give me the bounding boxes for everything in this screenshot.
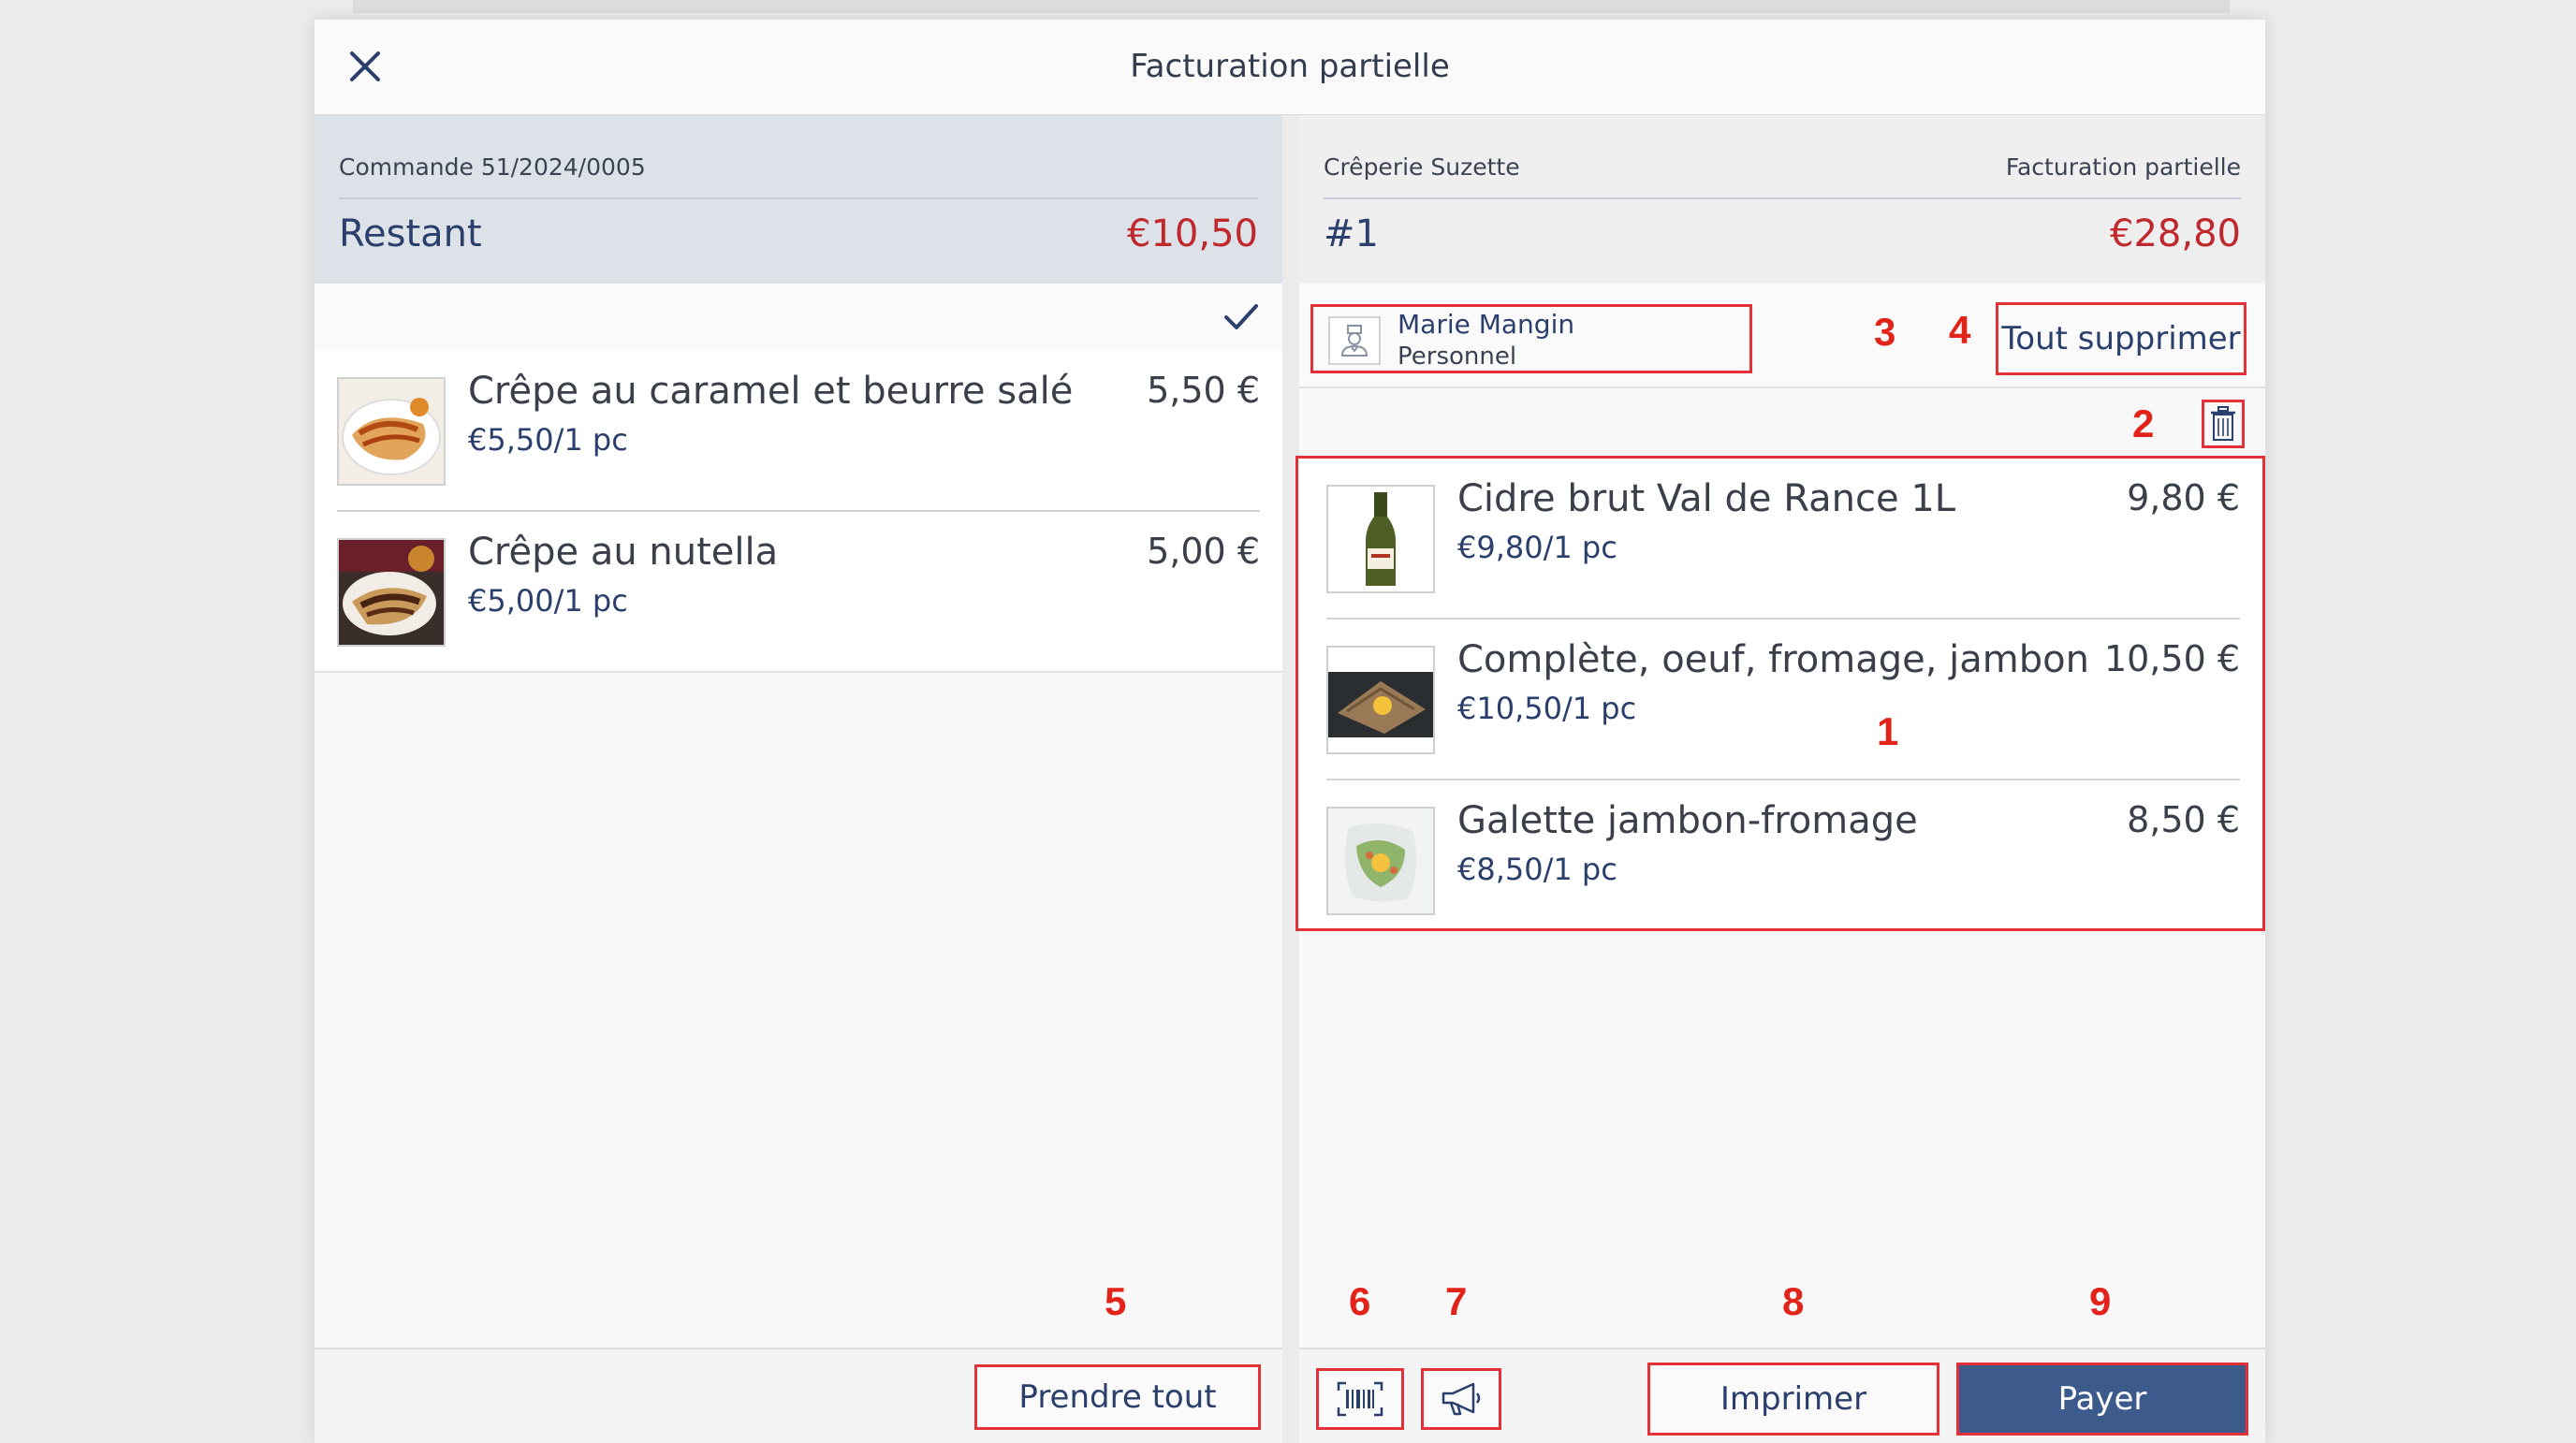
pay-button[interactable]: Payer [1956,1363,2248,1436]
annotation-label-7: 7 [1445,1279,1468,1323]
checkmark-icon [1224,304,1258,329]
list-item[interactable]: Cidre brut Val de Rance 1L €9,80/1 pc 9,… [1326,459,2240,619]
delete-all-button[interactable]: Tout supprimer [1996,302,2247,375]
list-item[interactable]: Crêpe au caramel et beurre salé €5,50/1 … [337,351,1260,512]
item-price: 5,50 € [1147,370,1260,411]
staff-selector[interactable]: Marie Mangin Personnel [1310,304,1752,373]
staff-role: Personnel [1398,343,1517,371]
item-price: 9,80 € [2127,477,2240,518]
dialog-title: Facturation partielle [1130,48,1450,85]
crepe-nutella-photo [337,538,446,647]
waiter-avatar-icon [1340,325,1368,357]
crepe-caramel-photo [337,377,446,486]
barcode-scan-button[interactable] [1316,1368,1404,1430]
bill-amount: €28,80 [2110,212,2241,255]
list-item[interactable]: Galette jambon-fromage €8,50/1 pc 8,50 € [1326,780,2240,940]
annotation-label-5: 5 [1105,1279,1127,1323]
avatar [1328,316,1381,365]
take-all-button[interactable]: Prendre tout [974,1364,1261,1430]
staff-name: Marie Mangin [1398,309,1575,340]
select-all-check[interactable] [1221,297,1262,338]
megaphone-icon [1442,1382,1481,1416]
trash-icon [2211,406,2235,441]
annotation-label-1: 1 [1877,709,1899,753]
list-item[interactable]: Crêpe au nutella €5,00/1 pc 5,00 € [337,512,1260,671]
bill-header: Crêperie Suzette Facturation partielle #… [1299,115,2265,285]
cider-bottle-photo [1326,485,1435,593]
backdrop-strip [353,0,2230,13]
remaining-amount: €10,50 [1127,212,1258,255]
left-footer: Prendre tout [315,1348,1282,1443]
list-item[interactable]: Complète, oeuf, fromage, jambon €10,50/1… [1326,619,2240,780]
galette-jambon-photo [1326,807,1435,915]
right-footer: Imprimer Payer [1299,1348,2265,1443]
item-price: 8,50 € [2127,799,2240,840]
announce-button[interactable] [1421,1368,1501,1430]
dialog-titlebar: Facturation partielle [315,20,2265,116]
bill-number: #1 [1324,212,1379,255]
annotation-label-6: 6 [1349,1279,1371,1323]
galette-complete-photo [1326,646,1435,754]
partial-billing-dialog: Facturation partielle Commande 51/2024/0… [315,20,2265,1443]
remaining-header: Commande 51/2024/0005 Restant €10,50 [315,115,1282,285]
item-name: Galette jambon-fromage [1457,799,1918,842]
annotation-label-2: 2 [2132,401,2155,445]
item-unit-price: €9,80/1 pc [1457,530,1617,565]
delete-selected-button[interactable] [2202,400,2245,448]
item-name: Crêpe au nutella [468,531,779,574]
item-name: Complète, oeuf, fromage, jambon [1457,638,2089,681]
annotation-label-8: 8 [1782,1279,1805,1323]
item-price: 10,50 € [2103,638,2240,679]
print-button[interactable]: Imprimer [1647,1363,1939,1436]
billing-mode-label: Facturation partielle [2005,153,2241,181]
remaining-items-list: Crêpe au caramel et beurre salé €5,50/1 … [315,351,1282,673]
header-divider [1324,197,2241,199]
order-number: Commande 51/2024/0005 [339,153,646,181]
item-name: Crêpe au caramel et beurre salé [468,370,1074,413]
annotation-label-4: 4 [1949,308,1971,352]
select-all-row [315,284,1282,353]
remaining-label: Restant [339,212,482,255]
item-name: Cidre brut Val de Rance 1L [1457,477,1956,520]
annotation-label-3: 3 [1874,310,1896,354]
remaining-panel: Commande 51/2024/0005 Restant €10,50 Crê… [315,115,1282,1443]
bill-items-list: Cidre brut Val de Rance 1L €9,80/1 pc 9,… [1295,456,2265,931]
item-unit-price: €10,50/1 pc [1457,691,1637,726]
item-unit-price: €8,50/1 pc [1457,852,1617,887]
restaurant-name: Crêperie Suzette [1324,153,1520,181]
bill-panel: Crêperie Suzette Facturation partielle #… [1295,115,2265,1443]
header-divider [339,197,1258,199]
staff-row: Marie Mangin Personnel 3 4 Tout supprime… [1299,284,2265,388]
annotation-label-9: 9 [2089,1279,2112,1323]
item-unit-price: €5,50/1 pc [468,422,628,458]
item-unit-price: €5,00/1 pc [468,583,628,619]
barcode-scanner-icon [1337,1381,1383,1417]
item-price: 5,00 € [1147,531,1260,572]
